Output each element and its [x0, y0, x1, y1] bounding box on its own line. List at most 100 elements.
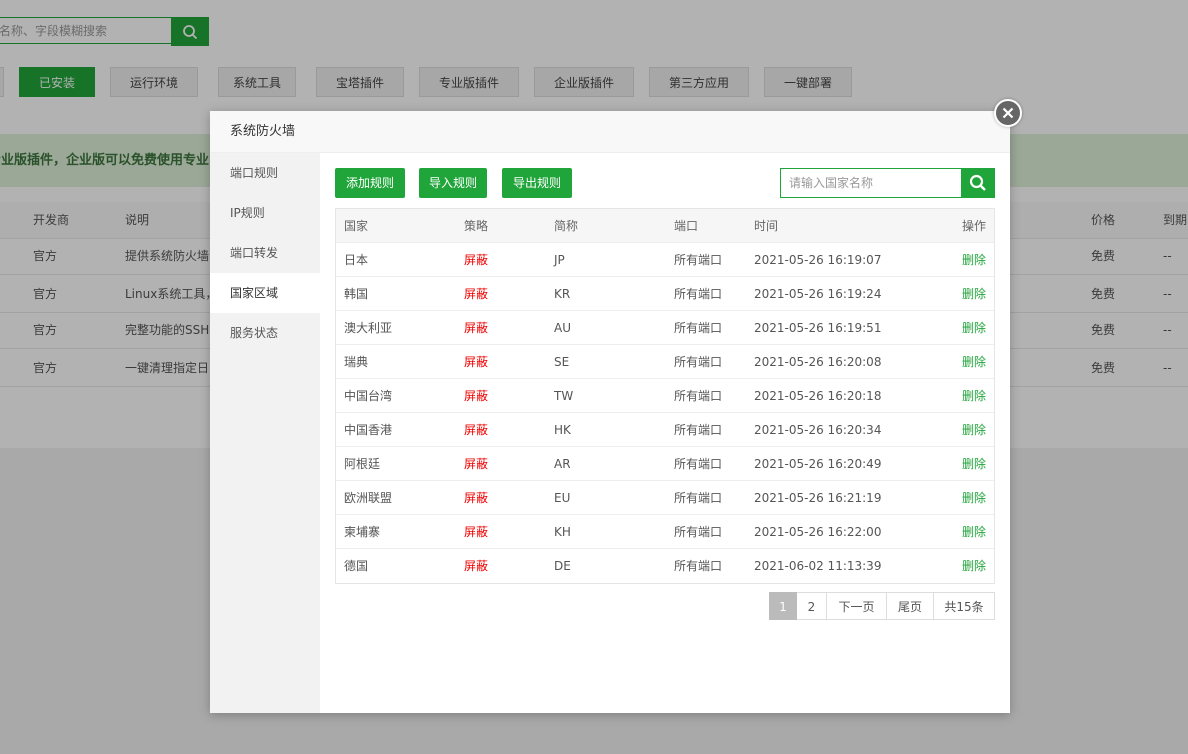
- table-row: 瑞典 屏蔽 SE 所有端口 2021-05-26 16:20:08 删除: [336, 345, 994, 379]
- code-cell: DE: [554, 559, 571, 573]
- policy-cell: 屏蔽: [464, 423, 489, 437]
- country-cell: 中国台湾: [344, 389, 393, 403]
- close-button[interactable]: [994, 99, 1022, 127]
- code-cell: KR: [554, 287, 571, 301]
- delete-link[interactable]: 删除: [962, 379, 986, 413]
- port-cell: 所有端口: [674, 423, 723, 437]
- country-search-button[interactable]: [961, 168, 995, 198]
- port-cell: 所有端口: [674, 287, 723, 301]
- delete-link[interactable]: 删除: [962, 311, 986, 345]
- policy-cell: 屏蔽: [464, 321, 489, 335]
- time-cell: 2021-05-26 16:19:07: [754, 253, 882, 267]
- country-cell: 韩国: [344, 287, 369, 301]
- delete-link[interactable]: 删除: [962, 447, 986, 481]
- delete-link[interactable]: 删除: [962, 549, 986, 583]
- sidebar-item-country-region[interactable]: 国家区域: [210, 273, 320, 313]
- country-cell: 澳大利亚: [344, 321, 393, 335]
- code-cell: JP: [554, 253, 565, 267]
- time-cell: 2021-05-26 16:20:08: [754, 355, 882, 369]
- table-header: 国家 策略 简称 端口 时间 操作: [336, 209, 994, 243]
- time-cell: 2021-05-26 16:19:51: [754, 321, 882, 335]
- country-cell: 柬埔寨: [344, 525, 381, 539]
- time-cell: 2021-05-26 16:21:19: [754, 491, 882, 505]
- table-row: 中国香港 屏蔽 HK 所有端口 2021-05-26 16:20:34 删除: [336, 413, 994, 447]
- delete-link[interactable]: 删除: [962, 277, 986, 311]
- country-search-input[interactable]: 请输入国家名称: [780, 168, 961, 198]
- header-code: 简称: [554, 219, 579, 233]
- close-icon: [1002, 107, 1014, 119]
- country-cell: 欧洲联盟: [344, 491, 393, 505]
- policy-cell: 屏蔽: [464, 287, 489, 301]
- code-cell: TW: [554, 389, 574, 403]
- table-row: 日本 屏蔽 JP 所有端口 2021-05-26 16:19:07 删除: [336, 243, 994, 277]
- table-row: 柬埔寨 屏蔽 KH 所有端口 2021-05-26 16:22:00 删除: [336, 515, 994, 549]
- sidebar-item-port-rules[interactable]: 端口规则: [210, 153, 320, 193]
- policy-cell: 屏蔽: [464, 355, 489, 369]
- modal-sidebar: 端口规则 IP规则 端口转发 国家区域 服务状态: [210, 153, 320, 713]
- port-cell: 所有端口: [674, 559, 723, 573]
- policy-cell: 屏蔽: [464, 491, 489, 505]
- header-time: 时间: [754, 219, 779, 233]
- delete-link[interactable]: 删除: [962, 345, 986, 379]
- policy-cell: 屏蔽: [464, 253, 489, 267]
- code-cell: AU: [554, 321, 571, 335]
- table-row: 澳大利亚 屏蔽 AU 所有端口 2021-05-26 16:19:51 删除: [336, 311, 994, 345]
- header-op: 操作: [961, 219, 986, 233]
- port-cell: 所有端口: [674, 457, 723, 471]
- port-cell: 所有端口: [674, 321, 723, 335]
- code-cell: EU: [554, 491, 571, 505]
- pagination: 1 2 下一页 尾页 共15条: [769, 592, 995, 620]
- port-cell: 所有端口: [674, 355, 723, 369]
- policy-cell: 屏蔽: [464, 559, 489, 573]
- delete-link[interactable]: 删除: [962, 481, 986, 515]
- country-cell: 瑞典: [344, 355, 369, 369]
- import-rule-button[interactable]: 导入规则: [419, 168, 487, 198]
- sidebar-item-ip-rules[interactable]: IP规则: [210, 193, 320, 233]
- sidebar-item-port-forward[interactable]: 端口转发: [210, 233, 320, 273]
- policy-cell: 屏蔽: [464, 525, 489, 539]
- total-count: 共15条: [934, 592, 995, 620]
- policy-cell: 屏蔽: [464, 457, 489, 471]
- code-cell: AR: [554, 457, 571, 471]
- time-cell: 2021-05-26 16:20:34: [754, 423, 882, 437]
- code-cell: SE: [554, 355, 570, 369]
- country-search: 请输入国家名称: [780, 168, 995, 198]
- country-rules-table: 国家 策略 简称 端口 时间 操作 日本 屏蔽 JP 所有端口 2021-05-…: [335, 208, 995, 584]
- table-row: 韩国 屏蔽 KR 所有端口 2021-05-26 16:19:24 删除: [336, 277, 994, 311]
- port-cell: 所有端口: [674, 253, 723, 267]
- time-cell: 2021-05-26 16:19:24: [754, 287, 882, 301]
- code-cell: HK: [554, 423, 571, 437]
- port-cell: 所有端口: [674, 389, 723, 403]
- sidebar-item-service-status[interactable]: 服务状态: [210, 313, 320, 353]
- port-cell: 所有端口: [674, 491, 723, 505]
- time-cell: 2021-06-02 11:13:39: [754, 559, 882, 573]
- table-row: 德国 屏蔽 DE 所有端口 2021-06-02 11:13:39 删除: [336, 549, 994, 583]
- add-rule-button[interactable]: 添加规则: [335, 168, 405, 198]
- export-rule-button[interactable]: 导出规则: [502, 168, 572, 198]
- header-port: 端口: [674, 219, 699, 233]
- next-page-button[interactable]: 下一页: [827, 592, 887, 620]
- table-row: 中国台湾 屏蔽 TW 所有端口 2021-05-26 16:20:18 删除: [336, 379, 994, 413]
- delete-link[interactable]: 删除: [962, 243, 986, 277]
- time-cell: 2021-05-26 16:20:18: [754, 389, 882, 403]
- delete-link[interactable]: 删除: [962, 413, 986, 447]
- time-cell: 2021-05-26 16:20:49: [754, 457, 882, 471]
- last-page-button[interactable]: 尾页: [887, 592, 934, 620]
- page-2[interactable]: 2: [797, 592, 827, 620]
- country-cell: 阿根廷: [344, 457, 381, 471]
- country-cell: 日本: [344, 253, 369, 267]
- firewall-modal: 系统防火墙 端口规则 IP规则 端口转发 国家区域 服务状态 添加规则 导入规则…: [210, 99, 1022, 713]
- delete-link[interactable]: 删除: [962, 515, 986, 549]
- modal-title: 系统防火墙: [210, 111, 1010, 153]
- port-cell: 所有端口: [674, 525, 723, 539]
- time-cell: 2021-05-26 16:22:00: [754, 525, 882, 539]
- page-1[interactable]: 1: [769, 592, 797, 620]
- table-row: 欧洲联盟 屏蔽 EU 所有端口 2021-05-26 16:21:19 删除: [336, 481, 994, 515]
- country-cell: 中国香港: [344, 423, 393, 437]
- table-row: 阿根廷 屏蔽 AR 所有端口 2021-05-26 16:20:49 删除: [336, 447, 994, 481]
- search-icon: [969, 174, 986, 191]
- header-country: 国家: [344, 219, 369, 233]
- country-cell: 德国: [344, 559, 369, 573]
- policy-cell: 屏蔽: [464, 389, 489, 403]
- code-cell: KH: [554, 525, 571, 539]
